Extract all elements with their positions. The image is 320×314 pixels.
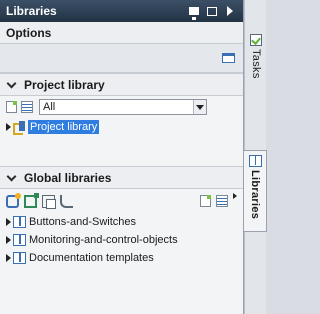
global-libraries-header[interactable]: Global libraries (0, 166, 243, 189)
tree-item-project-library[interactable]: Project library (0, 118, 243, 136)
tab-label: Libraries (249, 170, 261, 220)
project-library-icon (13, 121, 26, 135)
list-view-icon[interactable] (216, 195, 228, 207)
pin-button[interactable] (187, 4, 201, 20)
tree-item-global-library[interactable]: Documentation templates (0, 249, 243, 267)
tree-item-label: Documentation templates (29, 252, 154, 264)
panel-titlebar: Libraries (0, 0, 243, 22)
side-tab-rail: Tasks Libraries (244, 0, 267, 314)
list-view-icon[interactable] (21, 101, 33, 113)
library-icon (248, 155, 262, 167)
options-label: Options (6, 25, 52, 40)
library-icon (13, 216, 26, 228)
chevron-down-icon (6, 171, 17, 181)
tab-label: Tasks (250, 49, 262, 79)
tab-libraries[interactable]: Libraries (244, 150, 267, 232)
new-type-icon[interactable] (6, 101, 17, 113)
libraries-panel: Libraries Options Project library All Pr… (0, 0, 244, 314)
collapse-panel-button[interactable] (223, 4, 237, 18)
chevron-down-icon (6, 78, 17, 88)
expand-arrow-icon[interactable] (6, 254, 11, 262)
maximize-icon (207, 6, 217, 16)
new-library-icon[interactable] (24, 192, 39, 208)
dropdown-arrow-icon[interactable] (193, 100, 206, 114)
tree-item-label: Buttons-and-Switches (29, 216, 136, 228)
library-icon (13, 252, 26, 264)
tree-item-label: Project library (28, 120, 100, 134)
filter-value: All (43, 101, 56, 113)
library-icon (13, 234, 26, 246)
more-options-icon[interactable] (233, 193, 237, 199)
expand-arrow-icon[interactable] (6, 218, 11, 226)
close-library-icon[interactable] (60, 194, 73, 208)
options-header[interactable]: Options (0, 22, 243, 44)
arrow-right-icon (227, 6, 233, 16)
tree-item-global-library[interactable]: Monitoring-and-control-objects (0, 231, 243, 249)
global-libraries-toolbar (0, 189, 243, 213)
save-library-icon[interactable] (42, 194, 56, 209)
project-library-toolbar: All (0, 96, 243, 118)
new-type-icon[interactable] (200, 195, 211, 207)
pin-icon (189, 7, 199, 20)
project-library-empty-space (0, 136, 243, 166)
tree-item-global-library[interactable]: Buttons-and-Switches (0, 213, 243, 231)
library-view-icon[interactable] (222, 53, 235, 63)
project-library-title: Project library (24, 77, 105, 92)
expand-arrow-icon[interactable] (6, 123, 11, 131)
project-library-header[interactable]: Project library (0, 73, 243, 96)
global-libraries-title: Global libraries (24, 170, 112, 185)
tab-tasks[interactable]: Tasks (245, 30, 267, 100)
tasks-icon (250, 34, 262, 46)
expand-arrow-icon[interactable] (6, 236, 11, 244)
maximize-button[interactable] (205, 4, 219, 18)
filter-dropdown[interactable]: All (39, 99, 207, 115)
open-library-icon[interactable] (6, 192, 21, 208)
options-body (0, 44, 243, 73)
panel-title: Libraries (6, 4, 57, 18)
tree-item-label: Monitoring-and-control-objects (29, 234, 178, 246)
